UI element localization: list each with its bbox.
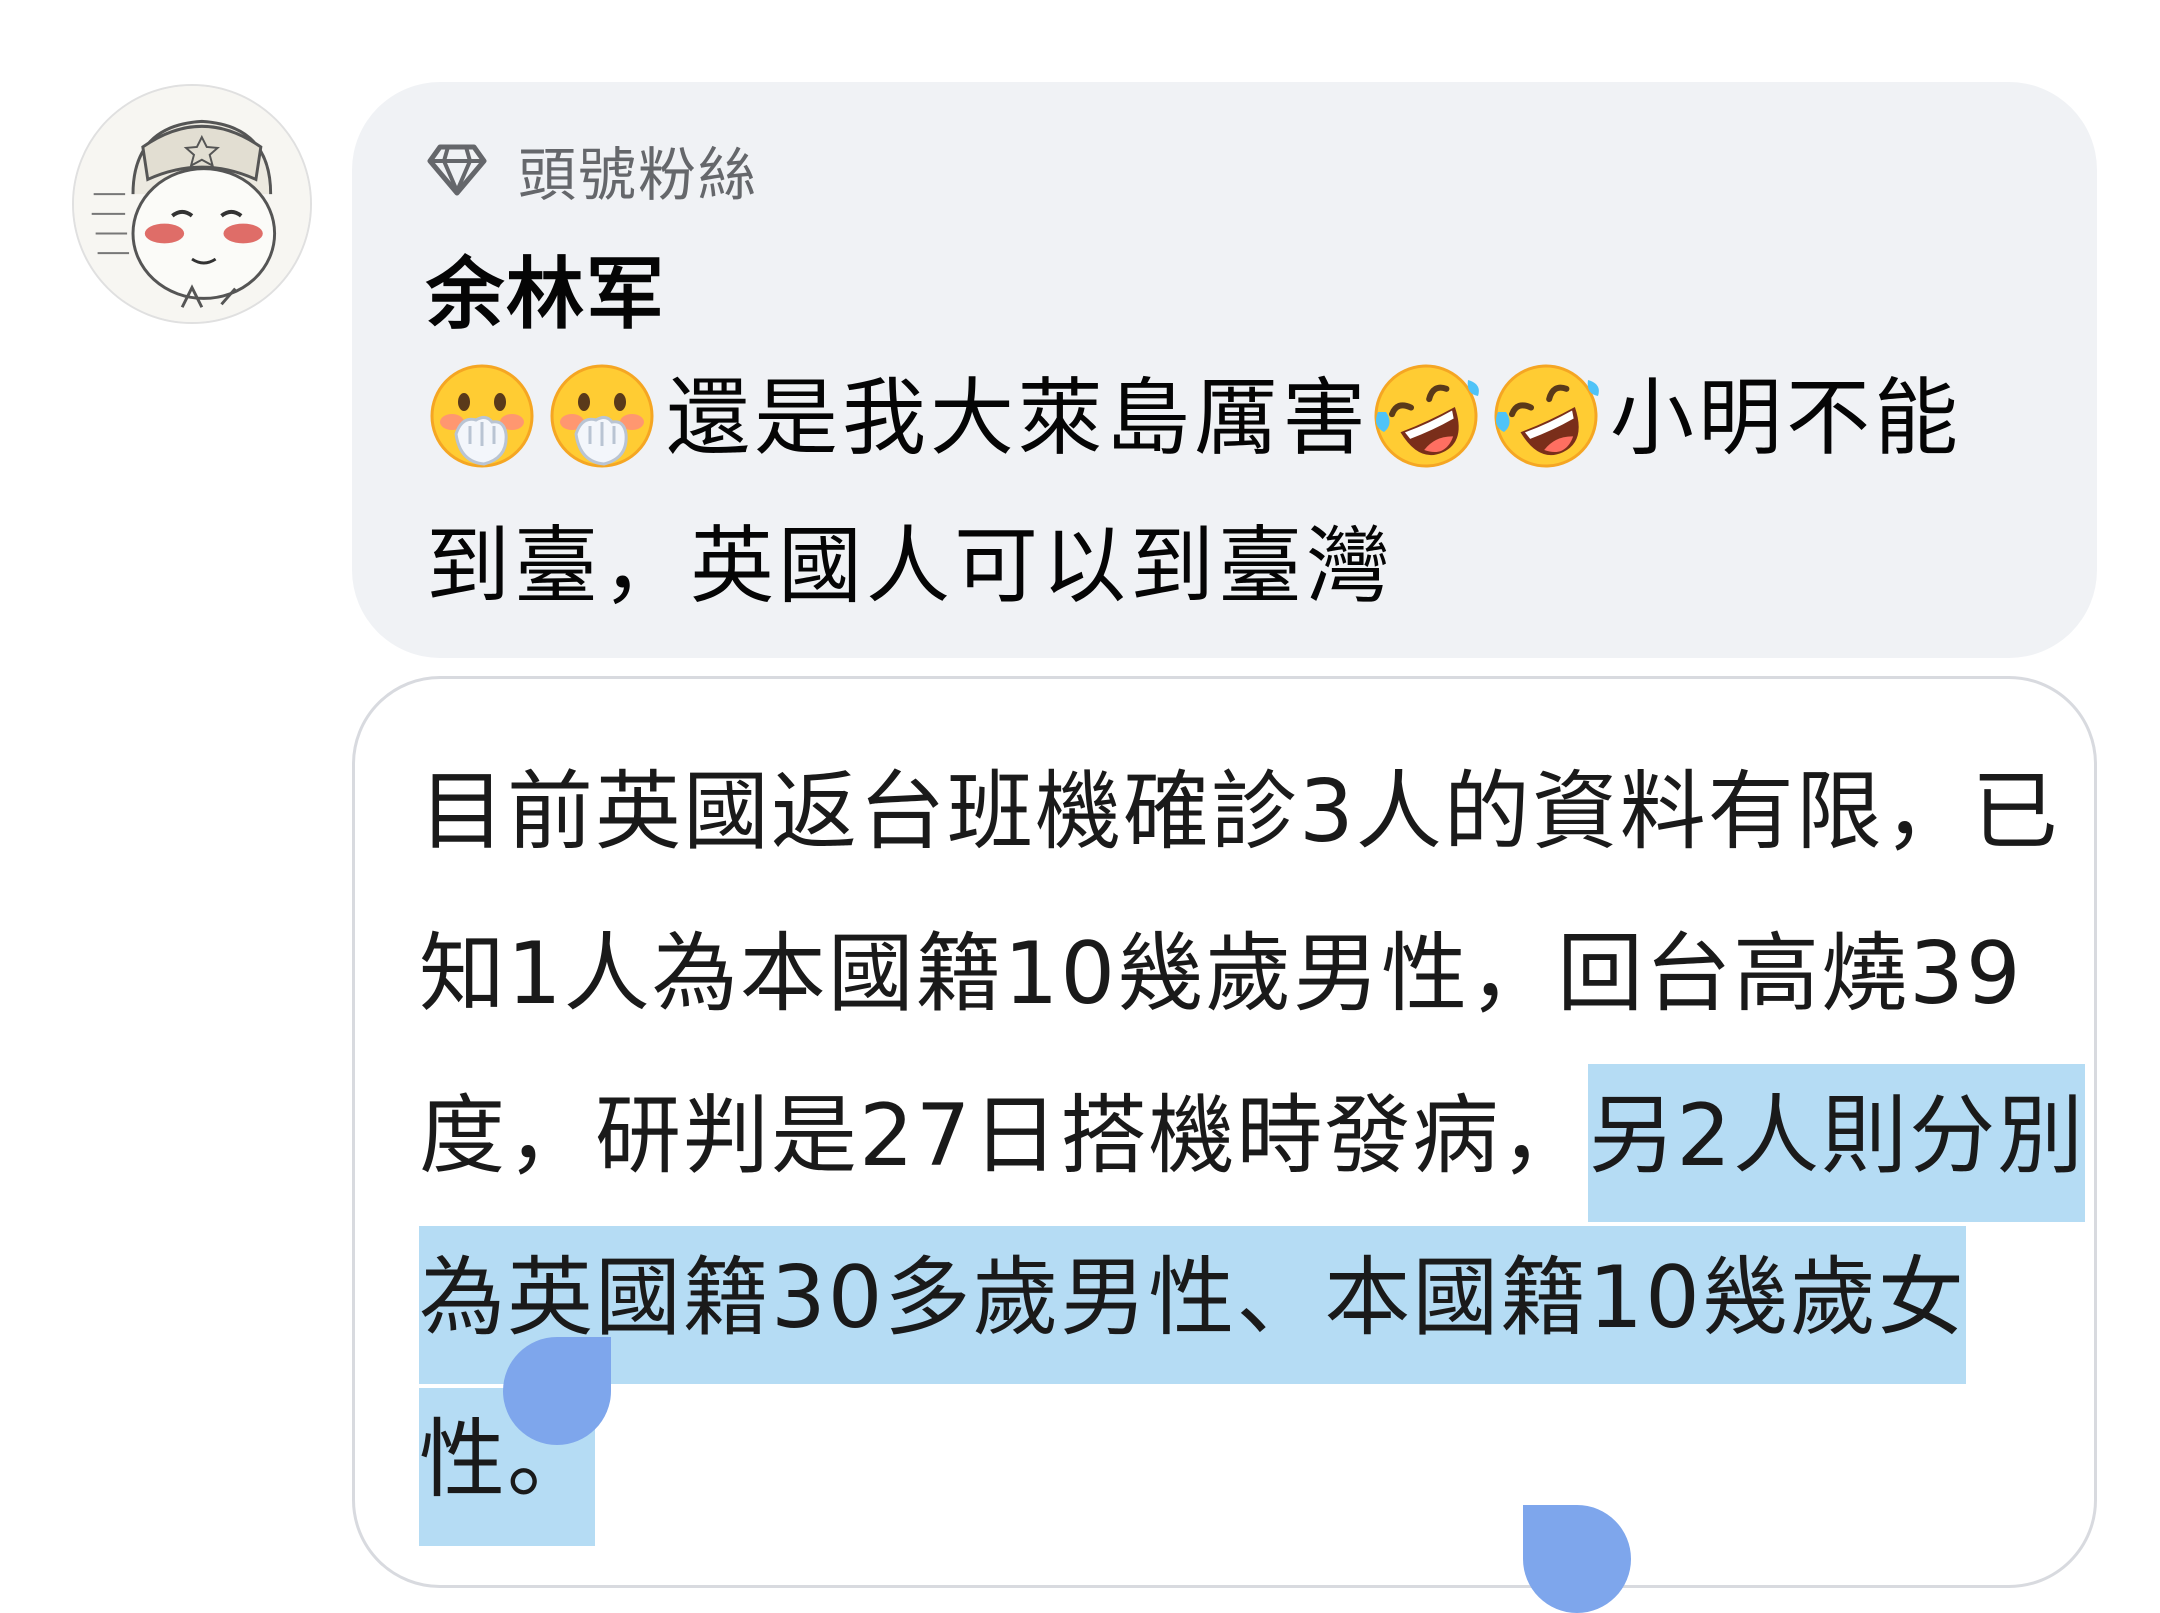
author-name[interactable]: 余林军 <box>426 232 666 344</box>
face-with-hand-over-mouth-icon <box>426 360 538 472</box>
selection-start-handle[interactable] <box>503 1337 611 1445</box>
attached-image[interactable]: 目前英國返台班機確診3人的資料有限，已知1人為本國籍10幾歲男性，回台高燒39度… <box>352 676 2097 1613</box>
avatar[interactable] <box>72 84 312 324</box>
comment-bubble[interactable]: 頭號粉絲 余林军 還是我大萊島厲害 小明不能到臺，英國人可以到臺灣 <box>352 82 2097 658</box>
comment-text: 還是我大萊島厲害 小明不能到臺，英國人可以到臺灣 <box>426 344 2026 640</box>
badge-label: 頭號粉絲 <box>518 141 759 209</box>
rolling-on-floor-laughing-icon <box>1370 360 1482 472</box>
face-with-hand-over-mouth-icon <box>546 360 658 472</box>
rolling-on-floor-laughing-icon <box>1490 360 1602 472</box>
comment-text-part1: 還是我大萊島厲害 <box>666 369 1371 467</box>
attached-image-text[interactable]: 目前英國返台班機確診3人的資料有限，已知1人為本國籍10幾歲男性，回台高燒39度… <box>419 731 2089 1546</box>
top-fan-badge: 頭號粉絲 <box>426 130 758 210</box>
avatar-illustration <box>74 86 310 322</box>
diamond-icon <box>427 144 487 196</box>
selection-end-handle[interactable] <box>1523 1505 1631 1613</box>
